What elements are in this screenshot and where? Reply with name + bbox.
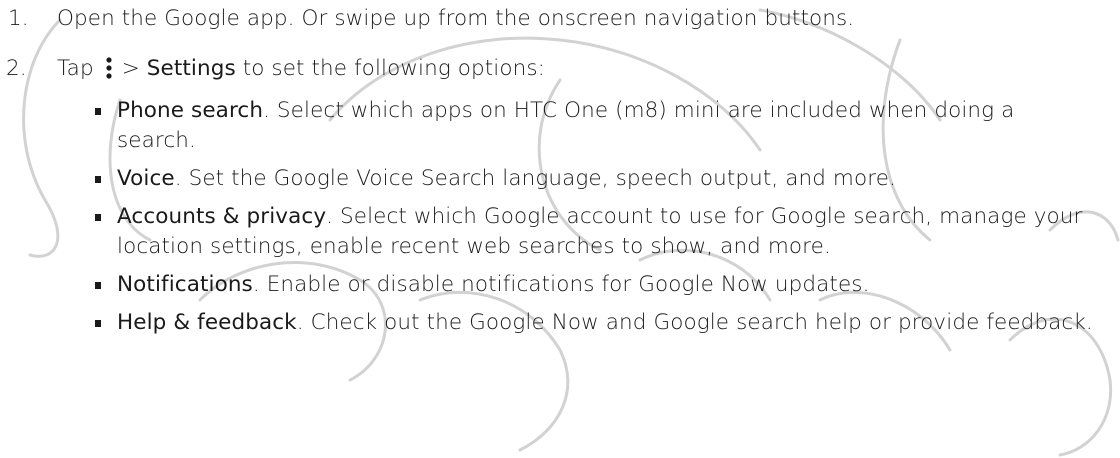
option-accounts-privacy: Accounts & privacy. Select which Google … [0, 202, 1120, 262]
option-title: Help & feedback [117, 310, 297, 335]
option-title: Phone search [117, 98, 264, 123]
step-2: 2. Tap > Settings to set the following op… [0, 54, 1120, 338]
step-1: 1. Open the Google app. Or swipe up from… [0, 0, 1120, 34]
step-prefix: Tap [57, 56, 94, 81]
options-list: Phone search. Select which apps on HTC O… [0, 96, 1120, 338]
option-help-feedback: Help & feedback. Check out the Google No… [0, 308, 1120, 338]
instructions: 1. Open the Google app. Or swipe up from… [0, 0, 1120, 338]
bullet-marker [95, 214, 101, 221]
option-title: Voice [117, 166, 175, 191]
step-text: Open the Google app. Or swipe up from th… [57, 6, 855, 31]
step-suffix: to set the following options: [242, 56, 545, 81]
step-number: 2. [6, 56, 27, 81]
option-description: . Enable or disable notifications for Go… [252, 272, 870, 297]
option-phone-search: Phone search. Select which apps on HTC O… [0, 96, 1120, 156]
bullet-marker [95, 176, 101, 183]
step-number: 1. [8, 6, 29, 31]
menu-separator: > [121, 56, 140, 81]
step-text: Tap > Settings to set the following optio… [57, 54, 1120, 84]
bullet-marker [95, 320, 101, 327]
option-title: Accounts & privacy [117, 204, 327, 229]
option-voice: Voice. Set the Google Voice Search langu… [0, 164, 1120, 194]
option-description: . Check out the Google Now and Google se… [296, 310, 1093, 335]
option-notifications: Notifications. Enable or disable notific… [0, 270, 1120, 300]
bullet-marker [95, 108, 101, 115]
option-description: . Set the Google Voice Search language, … [174, 166, 896, 191]
option-title: Notifications [117, 272, 253, 297]
more-vertical-icon [106, 57, 112, 79]
settings-keyword: Settings [146, 56, 236, 81]
bullet-marker [95, 282, 101, 289]
